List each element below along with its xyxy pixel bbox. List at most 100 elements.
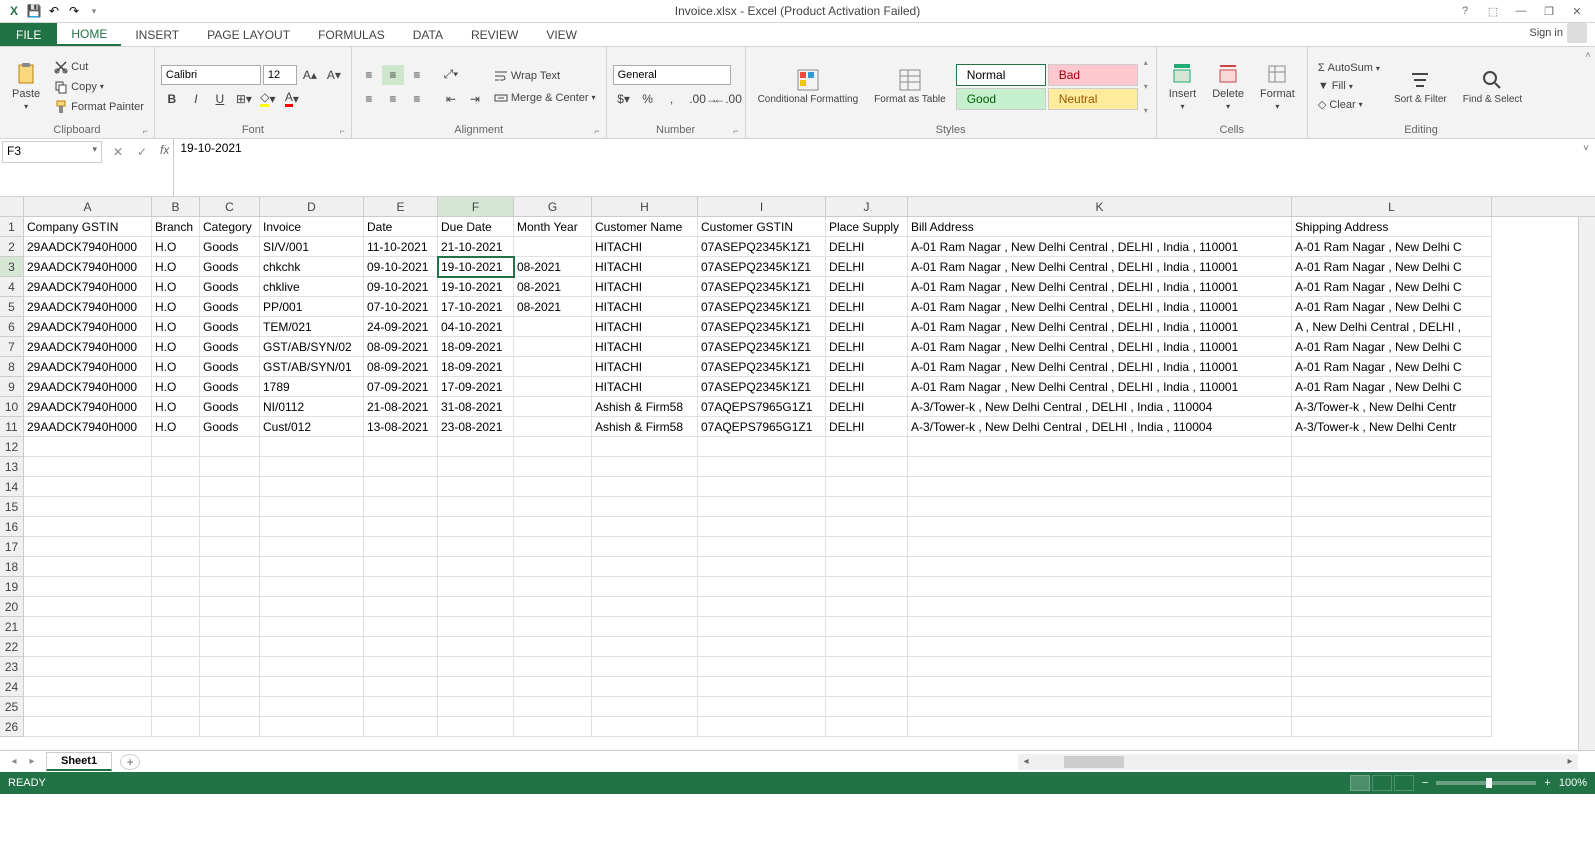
cell-H16[interactable]: [592, 517, 698, 537]
cell-F7[interactable]: 18-09-2021: [438, 337, 514, 357]
column-header-A[interactable]: A: [24, 197, 152, 216]
cell-A2[interactable]: 29AADCK7940H000: [24, 237, 152, 257]
cell-B9[interactable]: H.O: [152, 377, 200, 397]
cell-B4[interactable]: H.O: [152, 277, 200, 297]
cell-J11[interactable]: DELHI: [826, 417, 908, 437]
cells-area[interactable]: Company GSTINBranchCategoryInvoiceDateDu…: [24, 217, 1595, 737]
cell-J22[interactable]: [826, 637, 908, 657]
cell-F2[interactable]: 21-10-2021: [438, 237, 514, 257]
ribbon-display-icon[interactable]: ⬚: [1481, 2, 1505, 20]
expand-formula-bar-icon[interactable]: ˅: [1577, 139, 1595, 196]
cell-I23[interactable]: [698, 657, 826, 677]
ribbon-tab-view[interactable]: VIEW: [532, 23, 591, 46]
increase-decimal-icon[interactable]: .00→: [693, 89, 715, 109]
cell-G9[interactable]: [514, 377, 592, 397]
cell-C14[interactable]: [200, 477, 260, 497]
cell-L4[interactable]: A-01 Ram Nagar , New Delhi C: [1292, 277, 1492, 297]
format-as-table-button[interactable]: Format as Table: [868, 51, 952, 122]
cell-C9[interactable]: Goods: [200, 377, 260, 397]
row-header-23[interactable]: 23: [0, 657, 24, 677]
cell-B21[interactable]: [152, 617, 200, 637]
cell-K18[interactable]: [908, 557, 1292, 577]
cell-K26[interactable]: [908, 717, 1292, 737]
row-header-21[interactable]: 21: [0, 617, 24, 637]
cell-L14[interactable]: [1292, 477, 1492, 497]
cell-K7[interactable]: A-01 Ram Nagar , New Delhi Central , DEL…: [908, 337, 1292, 357]
decrease-font-icon[interactable]: A▾: [323, 65, 345, 85]
cell-H19[interactable]: [592, 577, 698, 597]
cell-D25[interactable]: [260, 697, 364, 717]
column-header-F[interactable]: F: [438, 197, 514, 216]
cell-A14[interactable]: [24, 477, 152, 497]
scroll-left-icon[interactable]: ◂: [1018, 756, 1034, 767]
row-header-13[interactable]: 13: [0, 457, 24, 477]
format-button[interactable]: Format▾: [1254, 51, 1301, 122]
copy-button[interactable]: Copy▾: [50, 78, 148, 96]
cell-style-bad[interactable]: Bad: [1048, 64, 1138, 86]
qat-customize-icon[interactable]: ▾: [86, 3, 102, 19]
cell-B10[interactable]: H.O: [152, 397, 200, 417]
font-name-select[interactable]: [161, 65, 261, 85]
cell-L21[interactable]: [1292, 617, 1492, 637]
restore-icon[interactable]: ❐: [1537, 2, 1561, 20]
cell-I5[interactable]: 07ASEPQ2345K1Z1: [698, 297, 826, 317]
cell-K19[interactable]: [908, 577, 1292, 597]
cell-L20[interactable]: [1292, 597, 1492, 617]
row-header-15[interactable]: 15: [0, 497, 24, 517]
cell-D4[interactable]: chklive: [260, 277, 364, 297]
cell-A19[interactable]: [24, 577, 152, 597]
cell-L12[interactable]: [1292, 437, 1492, 457]
cell-H14[interactable]: [592, 477, 698, 497]
underline-button[interactable]: U: [209, 89, 231, 109]
cell-K14[interactable]: [908, 477, 1292, 497]
add-sheet-button[interactable]: +: [120, 754, 140, 770]
column-header-I[interactable]: I: [698, 197, 826, 216]
row-header-6[interactable]: 6: [0, 317, 24, 337]
cell-G17[interactable]: [514, 537, 592, 557]
file-tab[interactable]: FILE: [0, 23, 57, 46]
cell-K23[interactable]: [908, 657, 1292, 677]
cell-E22[interactable]: [364, 637, 438, 657]
cell-K20[interactable]: [908, 597, 1292, 617]
align-bottom-icon[interactable]: ≡: [406, 65, 428, 85]
cell-H12[interactable]: [592, 437, 698, 457]
cell-L9[interactable]: A-01 Ram Nagar , New Delhi C: [1292, 377, 1492, 397]
cell-I24[interactable]: [698, 677, 826, 697]
cell-I2[interactable]: 07ASEPQ2345K1Z1: [698, 237, 826, 257]
cell-I9[interactable]: 07ASEPQ2345K1Z1: [698, 377, 826, 397]
column-header-K[interactable]: K: [908, 197, 1292, 216]
cell-E25[interactable]: [364, 697, 438, 717]
cell-I1[interactable]: Customer GSTIN: [698, 217, 826, 237]
format-painter-button[interactable]: Format Painter: [50, 98, 148, 116]
cell-H18[interactable]: [592, 557, 698, 577]
ribbon-tab-page-layout[interactable]: PAGE LAYOUT: [193, 23, 304, 46]
cell-C8[interactable]: Goods: [200, 357, 260, 377]
cell-K15[interactable]: [908, 497, 1292, 517]
column-header-L[interactable]: L: [1292, 197, 1492, 216]
cell-L7[interactable]: A-01 Ram Nagar , New Delhi C: [1292, 337, 1492, 357]
cell-C7[interactable]: Goods: [200, 337, 260, 357]
cell-J16[interactable]: [826, 517, 908, 537]
cell-F8[interactable]: 18-09-2021: [438, 357, 514, 377]
cell-F17[interactable]: [438, 537, 514, 557]
row-header-5[interactable]: 5: [0, 297, 24, 317]
cell-L22[interactable]: [1292, 637, 1492, 657]
cell-B13[interactable]: [152, 457, 200, 477]
cell-D2[interactable]: SI/V/001: [260, 237, 364, 257]
cell-J6[interactable]: DELHI: [826, 317, 908, 337]
cell-C17[interactable]: [200, 537, 260, 557]
cell-B18[interactable]: [152, 557, 200, 577]
cell-F26[interactable]: [438, 717, 514, 737]
cell-D17[interactable]: [260, 537, 364, 557]
insert-button[interactable]: Insert▾: [1163, 51, 1203, 122]
cell-K25[interactable]: [908, 697, 1292, 717]
cell-B15[interactable]: [152, 497, 200, 517]
decrease-indent-icon[interactable]: ⇤: [440, 89, 462, 109]
save-icon[interactable]: 💾: [26, 3, 42, 19]
styles-up-icon[interactable]: ▴: [1144, 58, 1148, 67]
page-break-view-icon[interactable]: [1394, 775, 1414, 791]
cell-L3[interactable]: A-01 Ram Nagar , New Delhi C: [1292, 257, 1492, 277]
align-top-icon[interactable]: ≡: [358, 65, 380, 85]
number-format-select[interactable]: [613, 65, 731, 85]
cell-F23[interactable]: [438, 657, 514, 677]
